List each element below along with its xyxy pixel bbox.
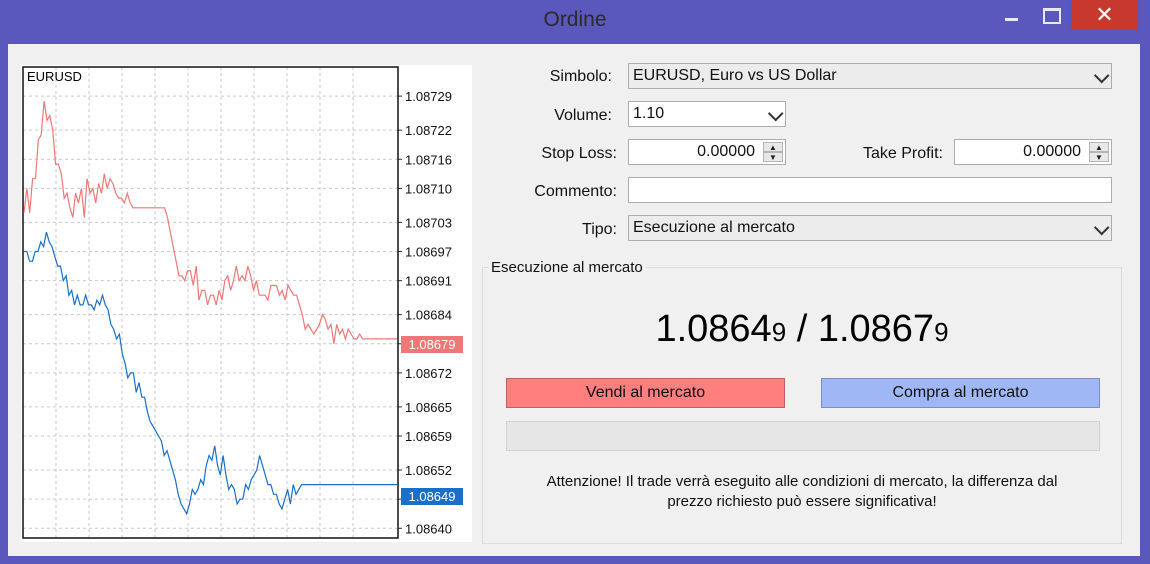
title-bar[interactable]: Ordine ✕ <box>0 0 1150 44</box>
price-quote: 1.08649 / 1.08679 <box>482 308 1122 351</box>
ask-price-main: 1.0867 <box>817 308 935 350</box>
volume-label: Volume: <box>554 107 612 124</box>
close-icon: ✕ <box>1095 2 1114 27</box>
execution-progress-bar <box>506 421 1100 451</box>
type-label: Tipo: <box>582 221 617 238</box>
buy-market-button[interactable]: Compra al mercato <box>821 378 1100 408</box>
price-level-label: 1.08684 <box>405 308 452 323</box>
comment-input[interactable] <box>628 177 1112 203</box>
chevron-down-icon <box>767 105 784 122</box>
comment-label: Commento: <box>534 183 617 200</box>
stoploss-input[interactable]: 0.00000 ▲ ▼ <box>628 139 786 165</box>
close-button[interactable]: ✕ <box>1071 0 1138 30</box>
bid-price-pip: 9 <box>771 317 787 347</box>
price-level-label: 1.08716 <box>405 152 452 167</box>
sell-market-button[interactable]: Vendi al mercato <box>506 378 785 408</box>
volume-value: 1.10 <box>633 105 665 122</box>
minimize-button[interactable] <box>998 0 1026 30</box>
chevron-down-icon <box>1093 67 1110 84</box>
stoploss-label: Stop Loss: <box>541 145 617 162</box>
price-level-label: 1.08672 <box>405 366 452 381</box>
price-level-label: 1.08665 <box>405 400 452 415</box>
takeprofit-spinner[interactable]: ▲ ▼ <box>1089 142 1109 162</box>
symbol-select[interactable]: EURUSD, Euro vs US Dollar <box>628 63 1112 89</box>
warning-line-1: Attenzione! Il trade verrà eseguito alle… <box>546 473 1058 490</box>
window-title: Ordine <box>543 8 607 31</box>
takeprofit-label: Take Profit: <box>862 145 943 162</box>
symbol-value: EURUSD, Euro vs US Dollar <box>633 67 837 84</box>
spin-down-icon[interactable]: ▼ <box>763 152 783 162</box>
bid-price-main: 1.0864 <box>655 308 772 350</box>
price-level-label: 1.08691 <box>405 274 452 289</box>
tick-chart-canvas: 1.08729 1.08722 1.08716 1.08710 1.08703 1.086… <box>22 66 452 539</box>
stoploss-spinner[interactable]: ▲ ▼ <box>763 142 783 162</box>
chart-symbol-label: EURUSD <box>27 69 82 84</box>
tick-chart: 1.08729 1.08722 1.08716 1.08710 1.08703 1.086… <box>21 65 472 542</box>
ask-price-tag: 1.08679 <box>401 336 463 353</box>
price-level-label: 1.08722 <box>405 123 452 138</box>
warning-line-2: prezzo richiesto può essere significativ… <box>667 493 937 510</box>
market-warning: Attenzione! Il trade verrà eseguito alle… <box>482 472 1122 512</box>
volume-combo[interactable]: 1.10 <box>628 101 786 127</box>
order-dialog: 1.08729 1.08722 1.08716 1.08710 1.08703 1.086… <box>8 44 1140 556</box>
maximize-button[interactable] <box>1038 0 1066 30</box>
market-execution-title: Esecuzione al mercato <box>488 259 646 276</box>
price-level-label: 1.08703 <box>405 215 452 230</box>
price-separator: / <box>786 308 818 350</box>
price-level-label: 1.08652 <box>405 463 452 478</box>
spin-down-icon[interactable]: ▼ <box>1089 152 1109 162</box>
type-value: Esecuzione al mercato <box>633 219 795 236</box>
price-level-label: 1.08729 <box>405 89 452 104</box>
bid-price-tag: 1.08649 <box>401 488 463 505</box>
price-level-label: 1.08659 <box>405 429 452 444</box>
price-level-label: 1.08640 <box>405 521 452 536</box>
chevron-down-icon <box>1093 219 1110 236</box>
symbol-label: Simbolo: <box>549 68 612 85</box>
ask-price-pip: 9 <box>934 317 949 347</box>
takeprofit-value: 0.00000 <box>1023 143 1081 160</box>
spin-up-icon[interactable]: ▲ <box>763 142 783 152</box>
minimize-icon <box>1005 18 1018 21</box>
type-select[interactable]: Esecuzione al mercato <box>628 215 1112 241</box>
spin-up-icon[interactable]: ▲ <box>1089 142 1109 152</box>
takeprofit-input[interactable]: 0.00000 ▲ ▼ <box>954 139 1112 165</box>
price-level-label: 1.08710 <box>405 181 452 196</box>
price-level-label: 1.08697 <box>405 245 452 260</box>
maximize-icon <box>1043 8 1061 24</box>
stoploss-value: 0.00000 <box>697 143 755 160</box>
